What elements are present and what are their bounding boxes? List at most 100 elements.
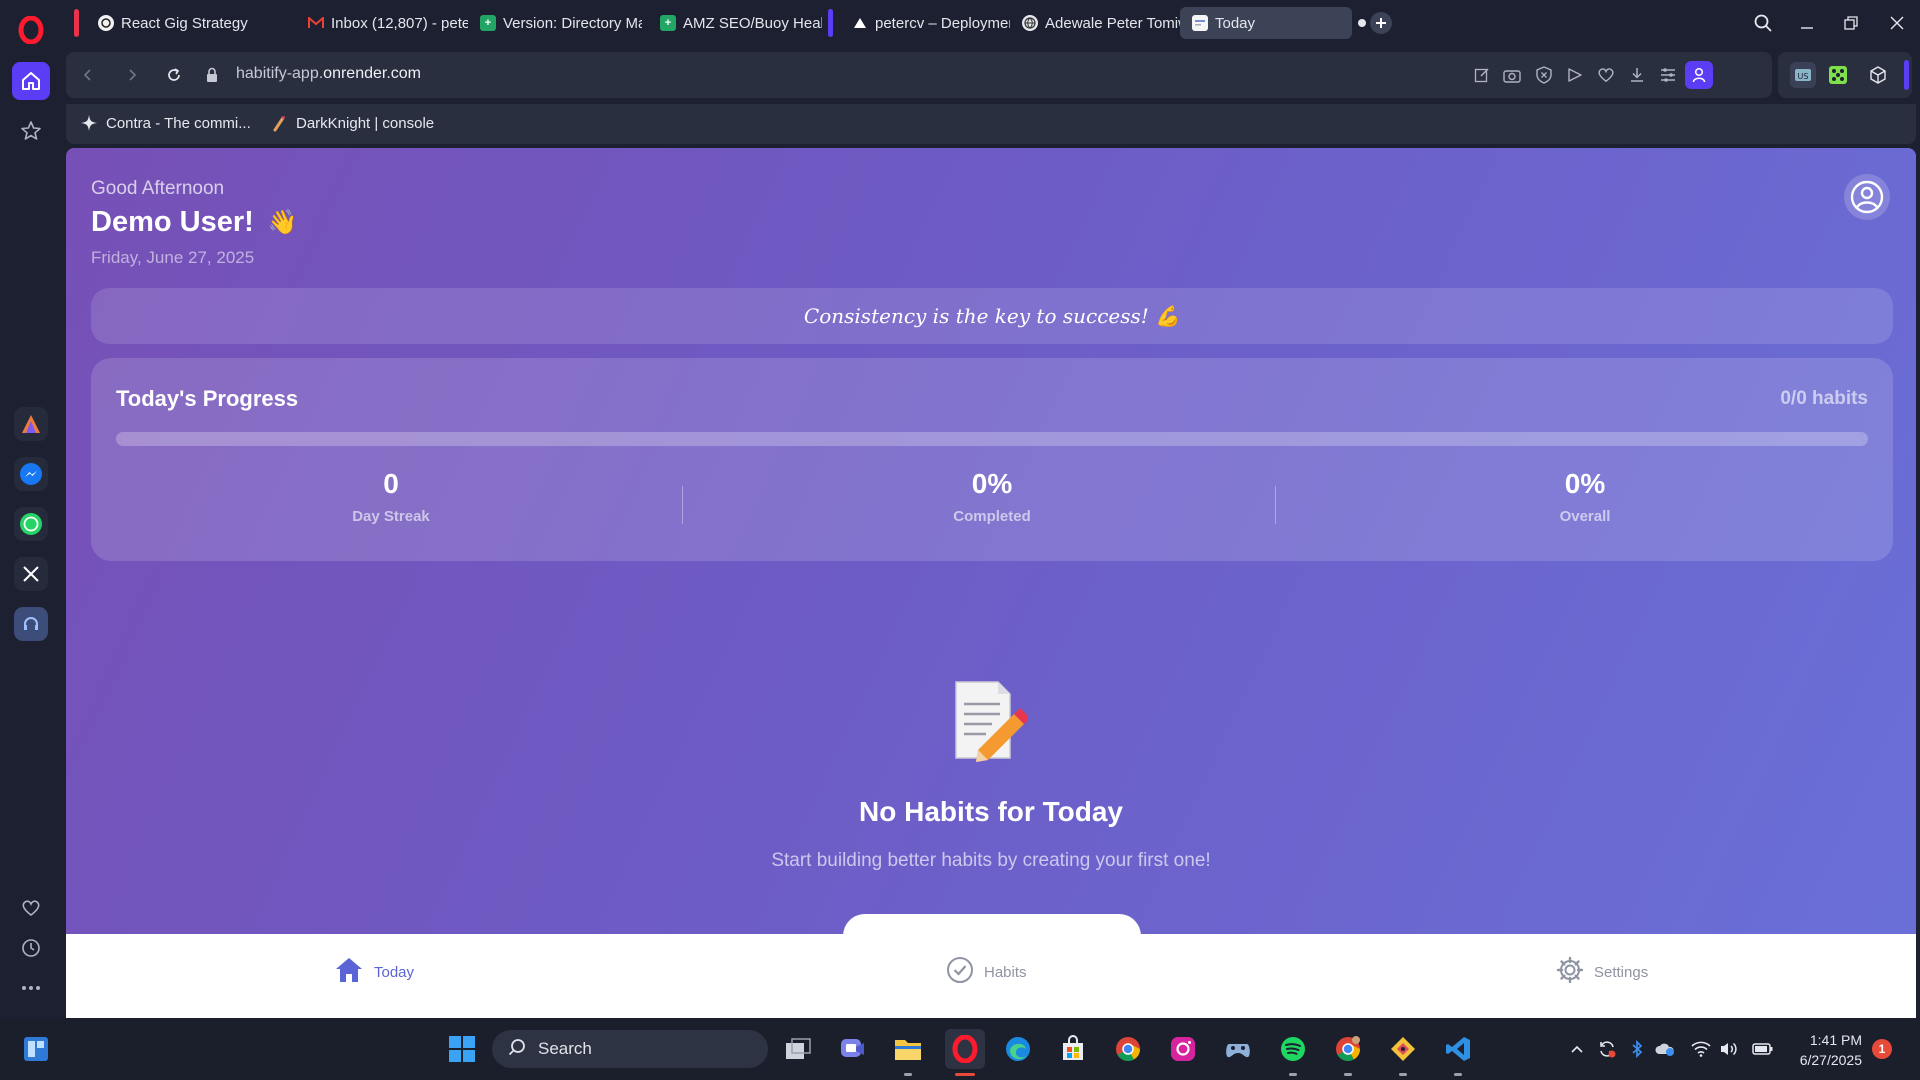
adblock-shield-icon[interactable] [1532,63,1556,87]
tab-strip: React Gig Strategy Inbox (12,807) - pete… [62,0,1920,46]
windows-start-icon[interactable] [444,1031,480,1067]
tab-search-icon[interactable] [1750,10,1776,36]
tab-today-active[interactable]: Today [1180,7,1352,39]
chrome-icon[interactable] [1110,1031,1146,1067]
sidebar-indicator [1904,60,1909,90]
microsoft-store-icon[interactable] [1055,1031,1091,1067]
taskbar-search[interactable]: Search [492,1030,768,1068]
memo-pencil-icon [950,678,1030,762]
heart-icon[interactable] [14,891,48,925]
new-tab-plus-icon[interactable] [1370,12,1392,34]
vpn-extension-icon[interactable]: US [1790,62,1816,88]
tab-react-gig-strategy[interactable]: React Gig Strategy [86,7,296,39]
game-extension-icon[interactable] [1826,63,1850,87]
system-clock[interactable]: 1:41 PM 6/27/2025 [1786,1030,1862,1070]
nav-habits[interactable]: Habits [946,956,1027,988]
stat-value: 0 [383,468,399,499]
volume-icon[interactable] [1718,1038,1740,1060]
easy-setup-menu-icon[interactable] [1656,63,1680,87]
check-circle-icon [946,956,974,988]
sheets-icon: + [660,15,676,31]
instagram-icon[interactable] [1165,1031,1201,1067]
battery-icon[interactable] [1752,1038,1774,1060]
x-twitter-icon[interactable] [14,557,48,591]
close-window-icon[interactable] [1884,10,1910,36]
vscode-icon[interactable] [1440,1031,1476,1067]
extensions-cube-icon[interactable] [1866,63,1890,87]
edit-page-icon[interactable] [1470,63,1494,87]
profile-icon[interactable] [1844,174,1890,220]
git-tool-icon[interactable] [1385,1031,1421,1067]
stat-label: Day Streak [352,508,430,525]
bookmark-darkknight[interactable]: DarkKnight | console [270,114,434,132]
tab-gmail-inbox[interactable]: Inbox (12,807) - peterandy [296,7,468,39]
gear-icon [1556,956,1584,988]
onedrive-icon[interactable] [1654,1038,1676,1060]
messenger-icon[interactable] [14,457,48,491]
habit-tracker-page: Good Afternoon Demo User! 👋 Friday, June… [66,148,1916,1018]
minimize-window-icon[interactable] [1794,10,1820,36]
notification-badge[interactable]: 1 [1872,1039,1892,1059]
spotify-icon[interactable] [1275,1031,1311,1067]
home-icon [334,956,364,988]
edge-icon[interactable] [1000,1031,1036,1067]
tab-vercel-deployment[interactable]: petercv – Deployment Ove [840,7,1010,39]
whatsapp-icon[interactable] [14,507,48,541]
running-indicator [1289,1073,1297,1076]
tab-label: AMZ SEO/Buoy Health Ou [683,14,822,32]
file-explorer-icon[interactable] [890,1031,926,1067]
nav-settings[interactable]: Settings [1556,956,1648,988]
show-hidden-icons-chevron-icon[interactable] [1566,1038,1588,1060]
lock-icon[interactable] [200,63,224,87]
running-indicator [904,1073,912,1076]
aria-ai-icon[interactable] [14,407,48,441]
stat-day-streak: 0 Day Streak [191,468,591,525]
tab-label: Adewale Peter Tomiwa - P [1045,14,1180,32]
music-player-icon[interactable] [14,607,48,641]
forward-arrow-icon[interactable] [120,63,144,87]
snapshot-camera-icon[interactable] [1500,63,1524,87]
more-options-icon[interactable] [14,971,48,1005]
sheets-icon: + [480,15,496,31]
tab-portfolio[interactable]: Adewale Peter Tomiwa - P [1010,7,1180,39]
running-indicator [1399,1073,1407,1076]
tab-label: Inbox (12,807) - peterandy [331,14,468,32]
flow-send-icon[interactable] [1563,63,1587,87]
opera-logo-icon[interactable] [18,15,44,45]
url-field[interactable]: habitify-app.onrender.com [236,65,421,83]
bookmark-label: DarkKnight | console [296,114,435,132]
home-icon[interactable] [12,62,50,100]
progress-card: Today's Progress 0/0 habits 0 Day Streak… [91,358,1893,561]
bluetooth-icon[interactable] [1626,1038,1648,1060]
history-clock-icon[interactable] [14,931,48,965]
task-view-icon[interactable] [780,1031,816,1067]
vercel-icon [852,15,868,31]
widgets-icon[interactable] [18,1031,54,1067]
tab-directory-masterfile[interactable]: + Version: Directory Masterfi [468,7,642,39]
teams-chat-icon[interactable] [835,1031,871,1067]
page-icon [1192,15,1208,31]
tab-label: React Gig Strategy [121,14,248,32]
speed-dial-star-icon[interactable] [14,114,48,148]
bookmark-heart-icon[interactable] [1594,63,1618,87]
back-arrow-icon[interactable] [76,63,100,87]
bottom-navigation: Today Habits Settings [66,934,1916,1018]
running-indicator [1454,1073,1462,1076]
sync-icon[interactable] [1596,1038,1618,1060]
download-icon[interactable] [1625,63,1649,87]
bookmark-contra[interactable]: Contra - The commi... [80,114,251,132]
chrome-profile-icon[interactable] [1330,1031,1366,1067]
opera-taskbar-icon[interactable] [945,1029,985,1069]
tab-group-indicator [74,9,79,37]
profile-avatar-icon[interactable] [1685,61,1713,89]
reload-icon[interactable] [162,63,186,87]
current-date: Friday, June 27, 2025 [91,248,255,267]
game-controller-icon[interactable] [1220,1031,1256,1067]
tab-label: Version: Directory Masterfi [503,14,642,32]
tab-amz-seo[interactable]: + AMZ SEO/Buoy Health Ou [648,7,822,39]
stat-completed: 0% Completed [792,468,1192,525]
wifi-icon[interactable] [1690,1038,1712,1060]
restore-window-icon[interactable] [1838,10,1864,36]
stat-divider [1275,486,1276,524]
nav-today[interactable]: Today [334,956,414,988]
